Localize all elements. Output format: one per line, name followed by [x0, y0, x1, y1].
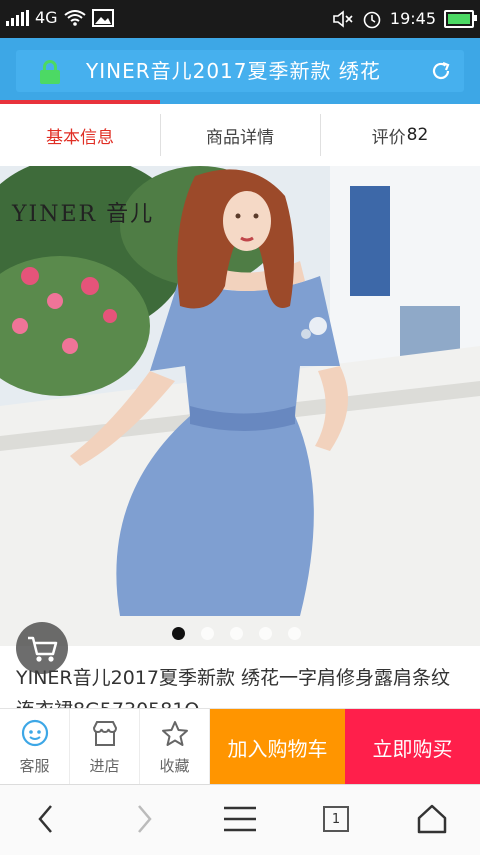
tab-label: 基本信息	[46, 127, 114, 148]
favorite-label: 收藏	[159, 756, 190, 775]
enter-store-button[interactable]: 进店	[70, 709, 140, 785]
add-to-cart-button[interactable]: 加入购物车	[210, 709, 345, 785]
tab-product-details[interactable]: 商品详情	[160, 104, 320, 166]
hamburger-menu-icon	[224, 806, 256, 832]
star-icon	[161, 720, 188, 746]
image-notification-icon	[91, 9, 114, 27]
carousel-dot[interactable]	[172, 627, 185, 640]
tab-count: 1	[323, 806, 349, 832]
tab-label: 商品详情	[206, 127, 274, 148]
chevron-left-icon	[38, 805, 52, 833]
home-button[interactable]	[410, 799, 454, 839]
chat-bubble-icon	[21, 719, 48, 746]
product-photo	[0, 166, 480, 646]
buy-now-button[interactable]: 立即购买	[345, 709, 480, 785]
tabs-button[interactable]: 1	[314, 799, 358, 839]
chevron-right-icon	[138, 805, 152, 833]
wifi-icon	[63, 10, 86, 26]
browser-address-bar: YINER音儿2017夏季新款 绣花	[0, 38, 480, 104]
favorite-button[interactable]: 收藏	[140, 709, 210, 785]
carousel-indicator	[172, 627, 301, 640]
detail-tabs: 基本信息 商品详情 评价 82	[0, 104, 480, 167]
purchase-action-bar: 客服 进店 收藏 加入购物车 立即购买	[0, 708, 480, 785]
product-image-carousel[interactable]: YINER 音儿	[0, 166, 480, 646]
carousel-dot[interactable]	[288, 627, 301, 640]
store-icon	[92, 720, 117, 746]
tab-label: 评价	[371, 127, 406, 148]
url-field[interactable]: YINER音儿2017夏季新款 绣花	[16, 50, 464, 92]
carousel-dot[interactable]	[201, 627, 214, 640]
battery-icon	[444, 10, 477, 28]
brand-logo: YINER 音儿	[12, 202, 155, 227]
shopping-cart-icon	[28, 636, 58, 662]
floating-cart-button[interactable]	[16, 622, 68, 674]
product-title: YINER音儿2017夏季新款 绣花一字肩修身露肩条纹连衣裙8G5730581O	[16, 667, 451, 708]
clock: 19:45	[389, 9, 436, 28]
mute-icon	[333, 10, 353, 28]
signal-icon	[6, 10, 29, 26]
store-label: 进店	[89, 756, 120, 775]
review-count: 82	[406, 125, 429, 145]
page-title: YINER音儿2017夏季新款 绣花	[86, 59, 381, 83]
network-type: 4G	[35, 8, 58, 27]
forward-button[interactable]	[122, 799, 166, 839]
menu-button[interactable]	[218, 799, 262, 839]
browser-bottom-nav: 1	[0, 784, 480, 855]
carousel-dot[interactable]	[259, 627, 272, 640]
tab-reviews[interactable]: 评价 82	[320, 104, 480, 166]
alarm-icon	[363, 11, 381, 29]
carousel-dot[interactable]	[230, 627, 243, 640]
tab-basic-info[interactable]: 基本信息	[0, 104, 160, 166]
back-button[interactable]	[24, 799, 68, 839]
service-label: 客服	[19, 756, 50, 775]
secure-lock-icon	[38, 60, 62, 84]
refresh-icon[interactable]	[430, 60, 452, 82]
home-icon	[417, 804, 447, 834]
customer-service-button[interactable]: 客服	[0, 709, 70, 785]
status-bar: 4G 19:45	[0, 0, 480, 38]
